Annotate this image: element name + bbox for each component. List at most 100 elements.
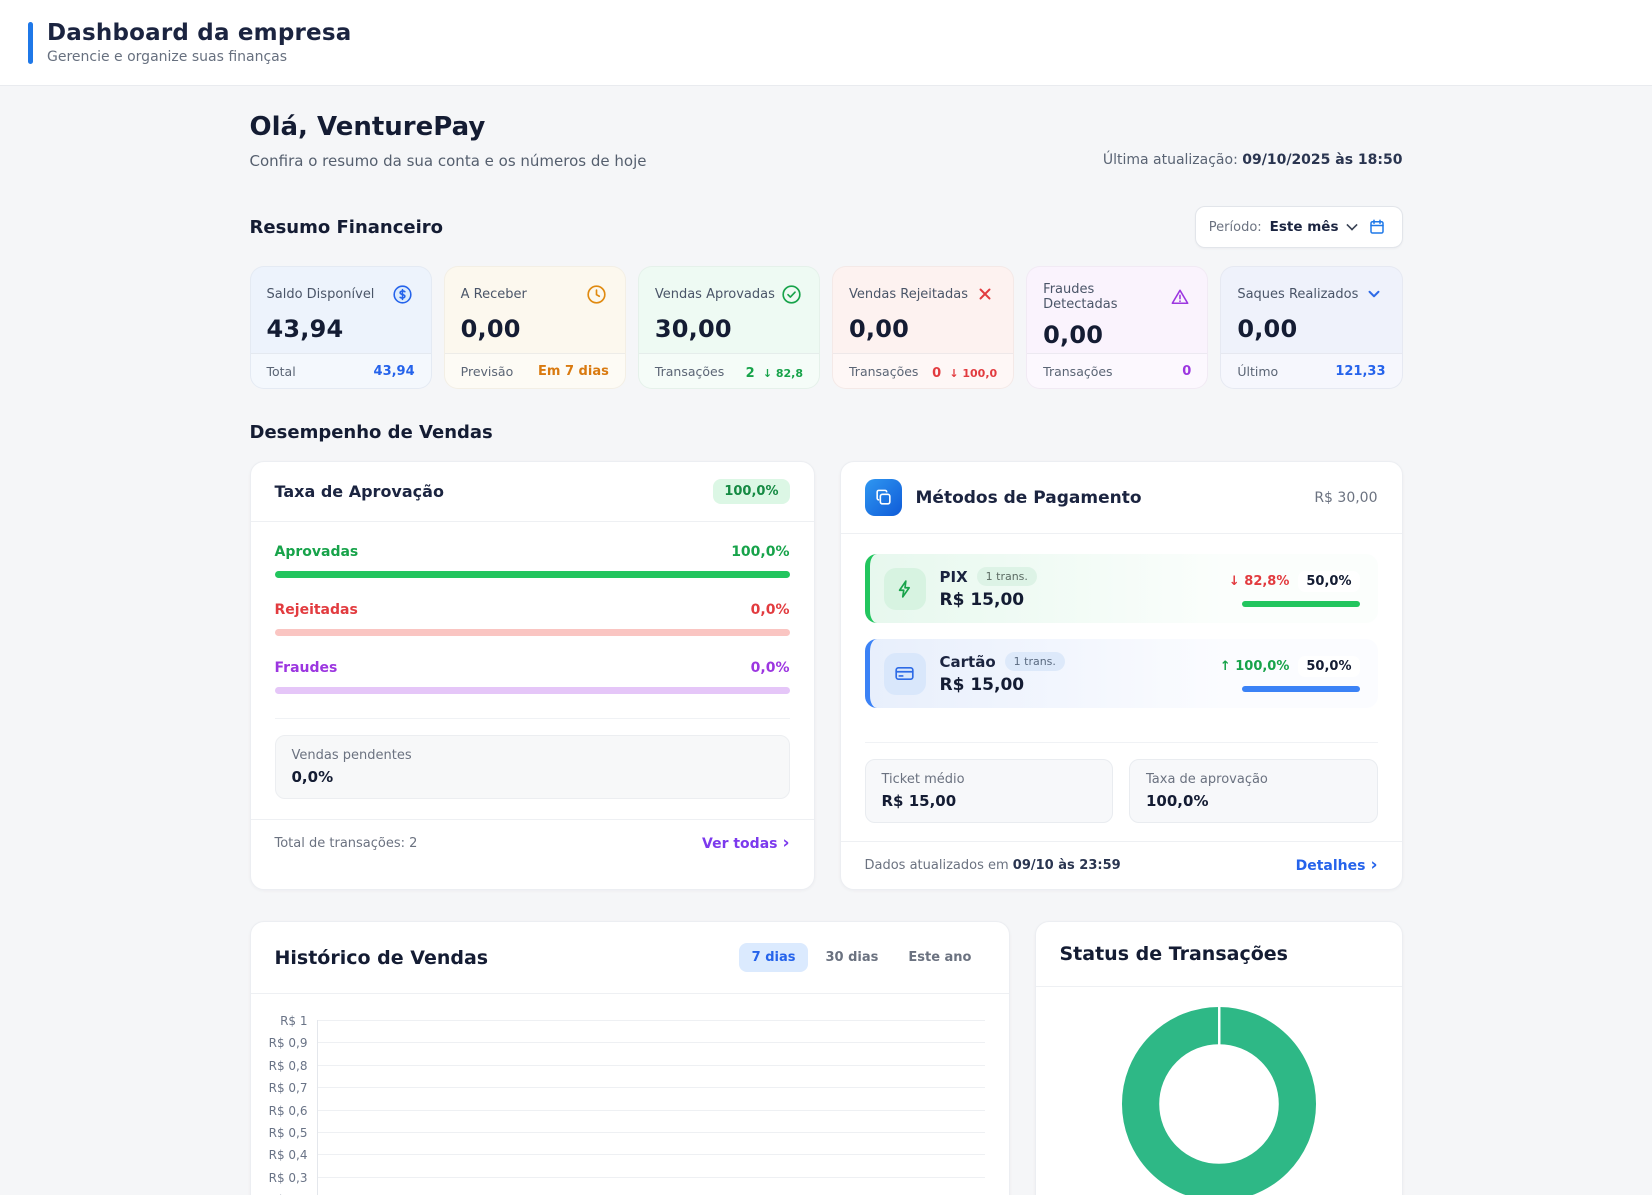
methods-updated: Dados atualizados em 09/10 às 23:59 xyxy=(865,858,1121,873)
method-bar-cartao xyxy=(1242,686,1360,692)
stat-footer-value: 0 xyxy=(932,366,941,381)
method-row-pix[interactable]: PIX 1 trans. R$ 15,00 ↓ 82,8% 50,0% xyxy=(865,554,1378,623)
method-trans-badge: 1 trans. xyxy=(1005,652,1065,671)
method-name: PIX xyxy=(940,568,968,586)
stat-card-saldo-disponivel[interactable]: Saldo Disponível 43,94 Total 43,94 xyxy=(250,266,432,389)
stat-footer-value: 2 xyxy=(746,366,755,381)
y-tick: R$ 0,3 xyxy=(261,1171,317,1193)
stat-footer-value: 121,33 xyxy=(1335,364,1385,379)
sales-history-chart: R$ 1 R$ 0,9 R$ 0,8 R$ 0,7 R$ 0,6 R$ 0,5 … xyxy=(251,994,1009,1195)
stat-value: 0,00 xyxy=(1043,321,1191,349)
donut-icon xyxy=(1121,1006,1317,1195)
stat-label: A Receber xyxy=(461,287,527,302)
stat-value: 0,00 xyxy=(849,315,997,343)
stat-footer-value: 0 xyxy=(1182,364,1191,379)
stat-card-a-receber[interactable]: A Receber 0,00 Previsão Em 7 dias xyxy=(444,266,626,389)
stat-footer-delta: ↓ 100,0 xyxy=(949,367,997,380)
y-tick: R$ 0,6 xyxy=(261,1104,317,1126)
details-label: Detalhes xyxy=(1296,858,1366,874)
transaction-status-card: Status de Transações xyxy=(1035,921,1403,1195)
chevron-down-icon xyxy=(1362,282,1386,306)
stat-card-saques-realizados[interactable]: Saques Realizados 0,00 Último 121,33 xyxy=(1220,266,1402,389)
stat-card-fraudes-detectadas[interactable]: Fraudes Detectadas 0,00 Transações 0 xyxy=(1026,266,1208,389)
rate-value: 100,0% xyxy=(731,544,789,560)
pix-lightning-icon xyxy=(884,568,926,610)
stat-value: 0,00 xyxy=(461,315,609,343)
dollar-circle-icon xyxy=(391,282,415,306)
status-title: Status de Transações xyxy=(1060,943,1288,965)
rate-row-aprovadas: Aprovadas 100,0% xyxy=(275,544,790,578)
stat-label: Vendas Rejeitadas xyxy=(849,287,968,302)
header-accent-bar xyxy=(28,22,33,64)
last-update: Última atualização: 09/10/2025 às 18:50 xyxy=(1103,152,1403,170)
payment-methods-icon xyxy=(865,479,902,516)
stat-value: 43,94 xyxy=(267,315,415,343)
greeting-title: Olá, VenturePay xyxy=(250,112,647,142)
total-transactions: Total de transações: 2 xyxy=(275,836,418,851)
rate-label: Fraudes xyxy=(275,660,338,676)
method-share-badge: 50,0% xyxy=(1298,571,1359,592)
tab-7-dias[interactable]: 7 dias xyxy=(739,943,809,972)
taxa-aprovacao-box: Taxa de aprovação 100,0% xyxy=(1129,759,1378,823)
tab-30-dias[interactable]: 30 dias xyxy=(812,943,891,972)
summary-cards: Saldo Disponível 43,94 Total 43,94 A Rec… xyxy=(250,266,1403,389)
chart-y-axis: R$ 1 R$ 0,9 R$ 0,8 R$ 0,7 R$ 0,6 R$ 0,5 … xyxy=(261,1020,317,1195)
y-tick: R$ 0,8 xyxy=(261,1059,317,1081)
method-trans-badge: 1 trans. xyxy=(977,567,1037,586)
main-content: Olá, VenturePay Confira o resumo da sua … xyxy=(0,86,1652,1195)
tab-este-ano[interactable]: Este ano xyxy=(895,943,984,972)
details-link[interactable]: Detalhes › xyxy=(1296,857,1378,874)
method-row-cartao[interactable]: Cartão 1 trans. R$ 15,00 ↑ 100,0% 50,0% xyxy=(865,639,1378,708)
mstat-label: Ticket médio xyxy=(882,772,1097,787)
pending-value: 0,0% xyxy=(292,768,773,786)
greeting-subtitle: Confira o resumo da sua conta e os númer… xyxy=(250,152,647,170)
stat-card-vendas-rejeitadas[interactable]: Vendas Rejeitadas 0,00 Transações 0 ↓ 10… xyxy=(832,266,1014,389)
method-delta: ↑ 100,0% xyxy=(1220,659,1290,674)
summary-heading: Resumo Financeiro xyxy=(250,217,444,238)
stat-value: 30,00 xyxy=(655,315,803,343)
stat-label: Saques Realizados xyxy=(1237,287,1358,302)
stat-card-vendas-aprovadas[interactable]: Vendas Aprovadas 30,00 Transações 2 ↓ 82… xyxy=(638,266,820,389)
history-title: Histórico de Vendas xyxy=(275,947,489,969)
stat-label: Saldo Disponível xyxy=(267,287,375,302)
period-label: Período: xyxy=(1209,220,1262,235)
greeting-row: Olá, VenturePay Confira o resumo da sua … xyxy=(250,112,1403,170)
page-title: Dashboard da empresa xyxy=(47,20,351,46)
method-name: Cartão xyxy=(940,653,996,671)
rate-label: Rejeitadas xyxy=(275,602,358,618)
mstat-value: R$ 15,00 xyxy=(882,792,1097,810)
payment-methods-card: Métodos de Pagamento R$ 30,00 PIX 1 tran… xyxy=(840,461,1403,890)
view-all-link[interactable]: Ver todas › xyxy=(702,835,789,852)
mstat-label: Taxa de aprovação xyxy=(1146,772,1361,787)
rate-row-fraudes: Fraudes 0,0% xyxy=(275,660,790,694)
approval-badge: 100,0% xyxy=(713,479,789,504)
stat-footer-value: Em 7 dias xyxy=(538,364,609,379)
last-update-value: 09/10/2025 às 18:50 xyxy=(1242,152,1402,168)
methods-updated-value: 09/10 às 23:59 xyxy=(1013,858,1121,873)
y-tick: R$ 1 xyxy=(261,1014,317,1036)
approval-rate-card: Taxa de Aprovação 100,0% Aprovadas 100,0… xyxy=(250,461,815,890)
x-icon xyxy=(973,282,997,306)
status-donut-chart xyxy=(1036,1006,1402,1195)
rate-value: 0,0% xyxy=(751,602,790,618)
stat-footer-label: Transações xyxy=(849,364,918,379)
rate-bar-aprovadas xyxy=(275,571,790,578)
stat-label: Vendas Aprovadas xyxy=(655,287,775,302)
last-update-label: Última atualização: xyxy=(1103,152,1238,168)
chevron-right-icon: › xyxy=(1370,857,1377,874)
calendar-icon[interactable] xyxy=(1365,215,1389,239)
chevron-right-icon: › xyxy=(782,835,789,852)
method-amount: R$ 15,00 xyxy=(940,675,1220,695)
stat-footer-value: 43,94 xyxy=(374,364,415,379)
period-selector[interactable]: Período: Este mês xyxy=(1195,206,1403,248)
method-amount: R$ 15,00 xyxy=(940,590,1229,610)
chart-plot-area xyxy=(317,1020,985,1195)
period-value: Este mês xyxy=(1270,219,1339,235)
methods-total: R$ 30,00 xyxy=(1314,490,1377,506)
rate-row-rejeitadas: Rejeitadas 0,0% xyxy=(275,602,790,636)
approval-title: Taxa de Aprovação xyxy=(275,482,444,501)
stat-footer-label: Total xyxy=(267,364,296,379)
sales-history-card: Histórico de Vendas 7 dias 30 dias Este … xyxy=(250,921,1010,1195)
app-header: Dashboard da empresa Gerencie e organize… xyxy=(0,0,1652,86)
ticket-medio-box: Ticket médio R$ 15,00 xyxy=(865,759,1114,823)
